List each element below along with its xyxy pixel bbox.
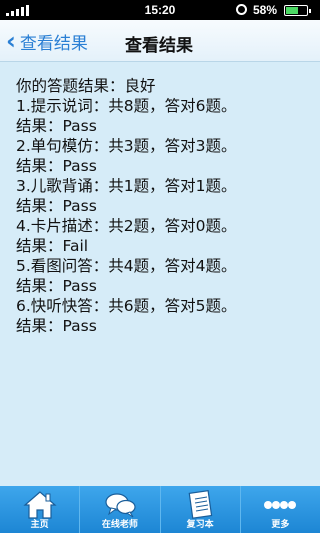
section-3-result: 结果：Pass (16, 197, 97, 215)
section-3-summary: 3.儿歌背诵：共1题，答对1题。 (16, 177, 237, 195)
alarm-icon (236, 4, 247, 15)
section-1-summary: 1.提示说词：共8题，答对6题。 (16, 97, 237, 115)
battery-icon (284, 5, 311, 16)
section-4-result: 结果：Fail (16, 237, 89, 255)
navigation-bar: ‹ 查看结果 查看结果 (0, 20, 320, 62)
tab-more[interactable]: 更多 (241, 486, 320, 533)
section-6-summary: 6.快听快答：共6题，答对5题。 (16, 297, 237, 315)
tab-review-book[interactable]: 复习本 (161, 486, 241, 533)
chevron-left-icon: ‹ (6, 27, 16, 55)
page-title: 查看结果 (125, 36, 193, 56)
section-2-result: 结果：Pass (16, 157, 97, 175)
back-button-label: 查看结果 (19, 33, 88, 54)
more-dots-icon (264, 501, 297, 509)
notebook-icon (188, 490, 213, 519)
battery-percent: 58% (253, 3, 278, 17)
section-5-summary: 5.看图问答：共4题，答对4题。 (16, 257, 237, 275)
section-1-result: 结果：Pass (16, 117, 97, 135)
home-icon (23, 491, 57, 519)
result-content: 你的答题结果：良好 1.提示说词：共8题，答对6题。 结果：Pass 2.单句模… (0, 62, 320, 486)
section-5-result: 结果：Pass (16, 277, 97, 295)
status-bar: 15:20 58% (0, 0, 320, 20)
section-2-summary: 2.单句模仿：共3题，答对3题。 (16, 137, 237, 155)
back-button[interactable]: ‹ 查看结果 (6, 28, 88, 54)
section-6-result: 结果：Pass (16, 317, 97, 335)
tab-online-teacher[interactable]: 在线老师 (80, 486, 161, 533)
overall-result: 你的答题结果：良好 (16, 77, 156, 95)
tab-bar: 主页 在线老师 复习本 更多 (0, 486, 320, 533)
tab-home[interactable]: 主页 (0, 486, 81, 533)
section-4-summary: 4.卡片描述：共2题，答对0题。 (16, 217, 237, 235)
chat-bubbles-icon (105, 493, 136, 518)
